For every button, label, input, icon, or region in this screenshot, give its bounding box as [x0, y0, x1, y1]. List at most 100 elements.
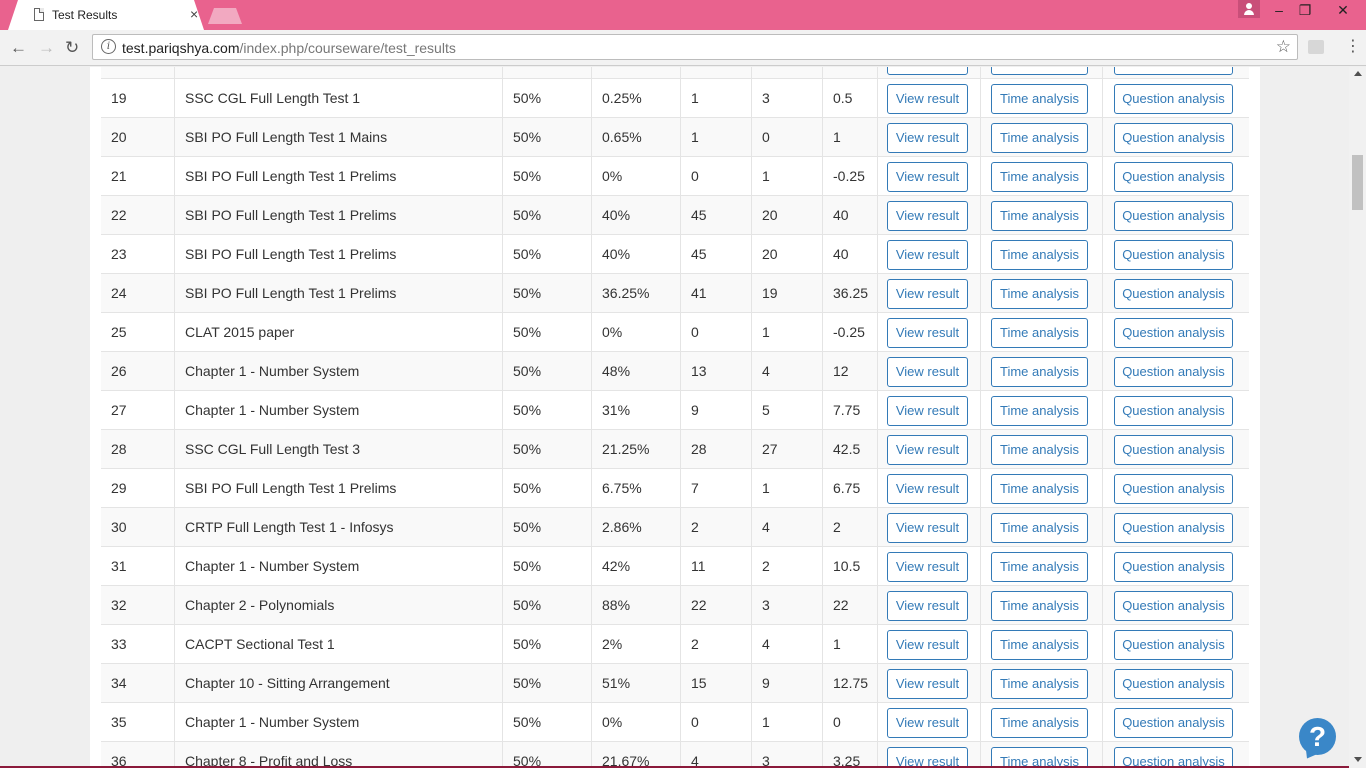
view-result-button[interactable]: View result: [887, 396, 968, 426]
view-result-button[interactable]: View result: [887, 708, 968, 738]
extension-icon[interactable]: [1308, 40, 1324, 54]
time-analysis-button[interactable]: Time analysis: [991, 357, 1088, 387]
view-result-button-cell: View result: [877, 235, 980, 274]
row-number-cell: 23: [111, 246, 127, 262]
marks-cell: 22: [822, 586, 877, 625]
marks-cell: 40: [822, 235, 877, 274]
time-analysis-button[interactable]: Time analysis: [991, 318, 1088, 348]
question-analysis-button[interactable]: Question analysis: [1114, 630, 1233, 660]
question-analysis-button[interactable]: Question analysis: [1114, 279, 1233, 309]
question-analysis-button[interactable]: Question analysis: [1114, 84, 1233, 114]
time-analysis-button[interactable]: Time analysis: [991, 162, 1088, 192]
reload-icon[interactable]: ↻: [65, 38, 79, 58]
tab-close-icon[interactable]: ×: [190, 6, 198, 22]
view-result-button[interactable]: View result: [887, 279, 968, 309]
passing-percent-cell: 50%: [502, 547, 591, 586]
question-analysis-button-cell: Question analysis: [1102, 664, 1249, 703]
time-analysis-button-cell: Time analysis: [980, 664, 1102, 703]
time-analysis-button[interactable]: Time analysis: [991, 552, 1088, 582]
view-result-button[interactable]: View result: [887, 669, 968, 699]
time-analysis-button[interactable]: Time analysis: [991, 513, 1088, 543]
view-result-button[interactable]: View result: [887, 747, 968, 768]
row-number-cell: 24: [111, 285, 127, 301]
question-analysis-button[interactable]: Question analysis: [1114, 435, 1233, 465]
time-analysis-button[interactable]: Time analysis: [991, 669, 1088, 699]
question-analysis-button[interactable]: Question analysis: [1114, 123, 1233, 153]
time-analysis-button[interactable]: Time analysis: [991, 123, 1088, 153]
view-result-button-cell: View result: [877, 664, 980, 703]
view-result-button[interactable]: View result: [887, 201, 968, 231]
question-analysis-button[interactable]: Question analysis: [1114, 513, 1233, 543]
scroll-up-arrow-icon[interactable]: [1354, 71, 1362, 76]
wrong-count-cell: 5: [751, 391, 822, 430]
scrollbar-thumb[interactable]: [1352, 155, 1363, 210]
time-analysis-button[interactable]: Time analysis: [991, 591, 1088, 621]
view-result-button[interactable]: View result: [887, 357, 968, 387]
time-analysis-button[interactable]: Time analysis: [991, 84, 1088, 114]
time-analysis-button[interactable]: Time analysis: [991, 435, 1088, 465]
passing-percent-cell: 50%: [502, 742, 591, 768]
view-result-button[interactable]: View result: [887, 591, 968, 621]
question-analysis-button[interactable]: Question analysis: [1114, 747, 1233, 768]
view-result-button[interactable]: View result: [887, 240, 968, 270]
close-window-button[interactable]: ✕: [1320, 0, 1366, 20]
time-analysis-button[interactable]: Time analysis: [991, 67, 1088, 75]
time-analysis-button[interactable]: Time analysis: [991, 201, 1088, 231]
question-analysis-button[interactable]: Question analysis: [1114, 201, 1233, 231]
question-analysis-button[interactable]: Question analysis: [1114, 708, 1233, 738]
view-result-button[interactable]: View result: [887, 435, 968, 465]
marks-cell: 1: [822, 118, 877, 157]
view-result-button[interactable]: View result: [887, 162, 968, 192]
restore-button[interactable]: ❐: [1290, 0, 1320, 20]
site-info-icon[interactable]: i: [101, 39, 116, 54]
question-analysis-button[interactable]: Question analysis: [1114, 669, 1233, 699]
wrong-count-cell: 3: [751, 742, 822, 768]
question-analysis-button[interactable]: Question analysis: [1114, 357, 1233, 387]
question-analysis-button[interactable]: Question analysis: [1114, 67, 1233, 75]
results-panel: View result Time analysis Question analysi…: [90, 67, 1260, 768]
view-result-button[interactable]: View result: [887, 630, 968, 660]
time-analysis-button[interactable]: Time analysis: [991, 708, 1088, 738]
browser-tab-test-results[interactable]: Test Results ×: [8, 0, 204, 30]
view-result-button[interactable]: View result: [887, 318, 968, 348]
marks-cell: 0: [822, 703, 877, 742]
test-name-cell: SBI PO Full Length Test 1 Mains: [174, 118, 502, 157]
view-result-button-cell: View result: [877, 391, 980, 430]
help-chat-button[interactable]: ?: [1299, 718, 1336, 755]
time-analysis-button[interactable]: Time analysis: [991, 747, 1088, 768]
time-analysis-button[interactable]: Time analysis: [991, 240, 1088, 270]
time-analysis-button[interactable]: Time analysis: [991, 474, 1088, 504]
time-analysis-button[interactable]: Time analysis: [991, 279, 1088, 309]
question-analysis-button[interactable]: Question analysis: [1114, 474, 1233, 504]
question-analysis-button[interactable]: Question analysis: [1114, 240, 1233, 270]
test-name-cell: SBI PO Full Length Test 1 Prelims: [174, 157, 502, 196]
new-tab-button[interactable]: [208, 8, 242, 24]
view-result-button[interactable]: View result: [887, 67, 968, 75]
wrong-count-cell: 19: [751, 274, 822, 313]
view-result-button[interactable]: View result: [887, 513, 968, 543]
profile-icon[interactable]: [1238, 0, 1260, 18]
view-result-button[interactable]: View result: [887, 552, 968, 582]
address-bar[interactable]: i test.pariqshya.com/index.php/coursewar…: [92, 34, 1298, 60]
time-analysis-button[interactable]: Time analysis: [991, 630, 1088, 660]
view-result-button[interactable]: View result: [887, 84, 968, 114]
url-text[interactable]: test.pariqshya.com/index.php/courseware/…: [122, 40, 456, 56]
wrong-count-cell: 4: [751, 508, 822, 547]
question-analysis-button[interactable]: Question analysis: [1114, 591, 1233, 621]
view-result-button[interactable]: View result: [887, 123, 968, 153]
question-analysis-button[interactable]: Question analysis: [1114, 318, 1233, 348]
question-analysis-button[interactable]: Question analysis: [1114, 552, 1233, 582]
scroll-down-arrow-icon[interactable]: [1354, 757, 1362, 762]
marks-cell: 2: [822, 508, 877, 547]
browser-menu-icon[interactable]: ⋮: [1345, 38, 1361, 56]
view-result-button[interactable]: View result: [887, 474, 968, 504]
question-analysis-button[interactable]: Question analysis: [1114, 162, 1233, 192]
question-analysis-button[interactable]: Question analysis: [1114, 396, 1233, 426]
time-analysis-button-cell: Time analysis: [980, 430, 1102, 469]
forward-arrow-icon[interactable]: →: [38, 38, 55, 58]
score-percent-cell: 0.65%: [591, 118, 680, 157]
back-arrow-icon[interactable]: ←: [10, 38, 27, 58]
bookmark-star-icon[interactable]: ☆: [1276, 37, 1291, 57]
time-analysis-button[interactable]: Time analysis: [991, 396, 1088, 426]
page-scrollbar[interactable]: [1349, 67, 1366, 768]
